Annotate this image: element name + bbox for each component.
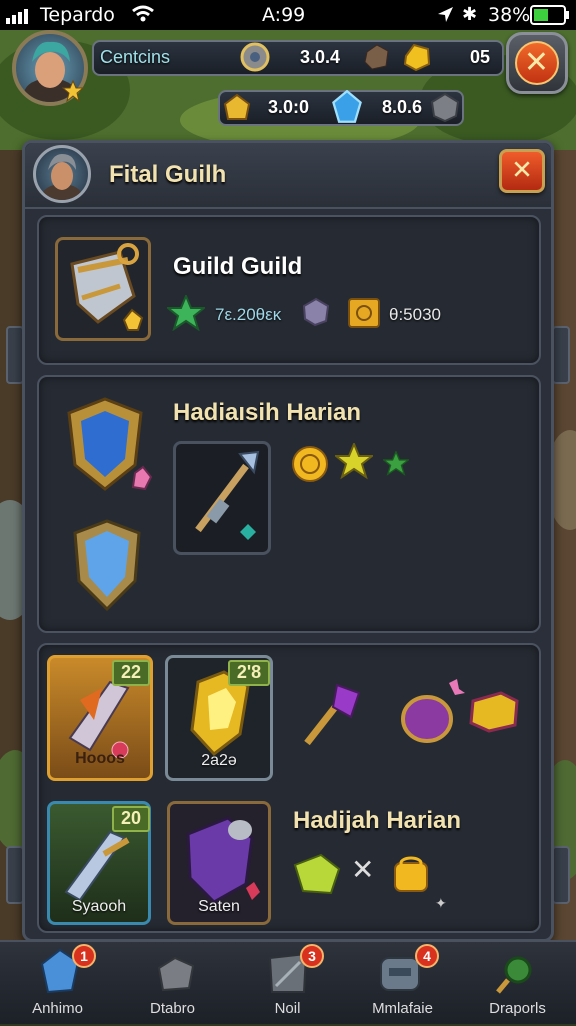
- multiply-icon: ✕: [351, 853, 375, 886]
- battery-percent: 38%: [488, 4, 531, 26]
- magnifier-icon: [496, 956, 532, 994]
- wifi-icon: [132, 5, 154, 22]
- close-x-icon: ✕: [523, 44, 550, 80]
- spear-item-slot[interactable]: [173, 441, 271, 555]
- right-lower-tab[interactable]: [552, 846, 570, 904]
- sparkle-icon: ✦: [435, 895, 447, 911]
- item-slot-3[interactable]: 20 Syaooh: [47, 801, 151, 925]
- nav-item-2[interactable]: Dtabro: [115, 942, 230, 1026]
- close-button[interactable]: ✕: [506, 32, 568, 94]
- purple-amulet-icon: [401, 679, 465, 743]
- bottom-nav: 1 Anhimo Dtabro 3 Noil 4 Mmlafaie Drapor…: [0, 940, 576, 1024]
- panel-close-x-icon: ✕: [511, 155, 533, 186]
- purple-ore-icon: [302, 297, 330, 327]
- nav-item-1[interactable]: 1 Anhimo: [0, 942, 115, 1026]
- leader-portrait-icon: [42, 154, 82, 200]
- guild-panel: Fital Guilh ✕ Guild Guild 7ε.20θεκ θ:503…: [22, 140, 554, 942]
- coin-icon: [240, 42, 270, 72]
- green-crystal-icon: [293, 853, 341, 895]
- item-slot-2[interactable]: 2'8 2a2ə: [165, 655, 273, 781]
- daily-title: Hadiaısih Harian: [173, 399, 362, 426]
- nav-label: Noil: [274, 1000, 301, 1017]
- gold-nugget-icon: [403, 43, 431, 72]
- right-scroll-tab[interactable]: [552, 326, 570, 384]
- guild-name: Guild Guild: [173, 253, 303, 280]
- top-hud: Centcins 3.0.4 05 ✕ 3.0:0 8.0.6: [0, 30, 576, 130]
- location-icon: [438, 7, 453, 22]
- item-level-badge: 22: [112, 660, 150, 686]
- item-label: 2a2ə: [201, 752, 237, 769]
- spear-icon: [195, 450, 260, 540]
- panel-title: Fital Guilh: [109, 161, 227, 188]
- gold-chest-icon: [348, 298, 380, 328]
- reward-title: Hadijah Harian: [293, 807, 462, 834]
- nav-badge: 1: [72, 944, 96, 968]
- guild-emblem-slot: [55, 237, 151, 341]
- crystal-shield-icon: [73, 519, 141, 612]
- stone-icon: [430, 92, 460, 122]
- nav-label: Anhimo: [32, 1000, 83, 1017]
- item-slot-4[interactable]: Saten: [167, 801, 271, 925]
- yellow-star-icon: [335, 443, 373, 480]
- item-label: Saten: [198, 898, 240, 915]
- rank-star-icon: [62, 80, 84, 102]
- guild-leader-avatar: [33, 145, 91, 203]
- anvil-icon: [157, 956, 195, 992]
- nav-item-3[interactable]: 3 Noil: [230, 942, 345, 1026]
- blue-shield-icon: [67, 397, 153, 491]
- guild-stat-1: 7ε.20θεκ: [215, 305, 282, 324]
- ore-icon: [364, 44, 389, 70]
- nav-item-4[interactable]: 4 Mmlafaie: [345, 942, 460, 1026]
- bluetooth-icon: ✱: [462, 4, 478, 25]
- purple-crystal-wand-icon: [304, 683, 361, 746]
- nav-label: Mmlafaie: [372, 1000, 433, 1017]
- clock: A:99: [262, 4, 306, 26]
- signal-icon: [6, 9, 28, 24]
- panel-close-button[interactable]: ✕: [499, 149, 545, 193]
- guild-card[interactable]: Guild Guild 7ε.20θεκ θ:5030: [37, 215, 541, 365]
- resource-value-3: 3.0:0: [268, 97, 310, 117]
- guild-stat-2: θ:5030: [389, 305, 441, 324]
- blue-gem-icon: [332, 90, 362, 123]
- nav-item-5[interactable]: Draporls: [460, 942, 575, 1026]
- item-level-badge: 20: [112, 806, 150, 832]
- player-name: Centcins: [100, 47, 171, 67]
- item-label: Syaooh: [71, 898, 127, 915]
- nav-label: Draporls: [489, 1000, 546, 1017]
- treasure-chest-icon: [469, 691, 519, 733]
- item-level-badge: 2'8: [228, 660, 270, 686]
- nav-label: Dtabro: [149, 1000, 196, 1017]
- nav-badge: 3: [300, 944, 324, 968]
- carrier-name: Tepardo: [40, 4, 115, 26]
- daily-card[interactable]: Hadiaısih Harian: [37, 375, 541, 633]
- battery-icon: [530, 5, 569, 25]
- gold-crown-icon: [223, 93, 251, 120]
- green-small-star-icon: [383, 451, 409, 476]
- status-bar: Tepardo A:99 ✱ 38%: [0, 0, 576, 30]
- gold-ring-icon: [394, 856, 428, 892]
- green-star-icon: [167, 295, 205, 331]
- gold-coin-icon: [292, 446, 328, 482]
- guild-banner-icon: [70, 243, 144, 331]
- resource-value-1: 3.0.4: [300, 47, 341, 67]
- items-card[interactable]: 22 Hooos 2'8 2a2ə 20 Syaooh Saten Hadija…: [37, 643, 541, 933]
- resource-value-4: 8.0.6: [382, 97, 423, 117]
- item-slot-1[interactable]: 22 Hooos: [47, 655, 153, 781]
- resource-value-2: 05: [470, 47, 491, 67]
- panel-header: Fital Guilh ✕: [25, 143, 551, 209]
- nav-badge: 4: [415, 944, 439, 968]
- item-label: Hooos: [75, 750, 125, 767]
